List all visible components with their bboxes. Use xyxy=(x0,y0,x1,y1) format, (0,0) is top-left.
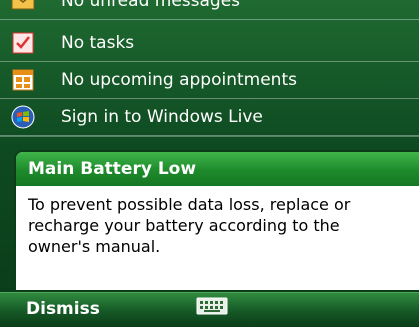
windows-live-icon xyxy=(10,104,36,130)
dialog-message-line: owner's manual. xyxy=(28,237,161,256)
today-item-label: No unread messages xyxy=(61,0,241,11)
dialog-message-line: To prevent possible data loss, replace o… xyxy=(28,195,351,214)
today-item-label: No upcoming appointments xyxy=(61,70,297,90)
dismiss-softkey[interactable]: Dismiss xyxy=(26,299,100,319)
envelope-icon xyxy=(10,0,36,14)
today-item-label: No tasks xyxy=(61,33,135,53)
today-item-label: Sign in to Windows Live xyxy=(61,107,263,127)
calendar-icon xyxy=(10,67,36,93)
task-checkbox-icon xyxy=(10,30,36,56)
today-item-tasks[interactable]: No tasks xyxy=(0,25,419,62)
softkey-bar: Dismiss xyxy=(0,292,419,327)
today-screen: No unread messages No tasks No upcoming … xyxy=(0,0,419,327)
today-item-calendar[interactable]: No upcoming appointments xyxy=(0,62,419,99)
today-item-messages[interactable]: No unread messages xyxy=(0,0,419,20)
today-item-windows-live[interactable]: Sign in to Windows Live xyxy=(0,99,419,136)
dialog-message-line: recharge your battery according to the xyxy=(28,216,340,235)
keyboard-icon[interactable] xyxy=(193,294,231,318)
dialog-message: To prevent possible data loss, replace o… xyxy=(16,186,419,257)
dialog-title: Main Battery Low xyxy=(16,152,419,186)
battery-low-dialog: Main Battery Low To prevent possible dat… xyxy=(14,150,419,292)
